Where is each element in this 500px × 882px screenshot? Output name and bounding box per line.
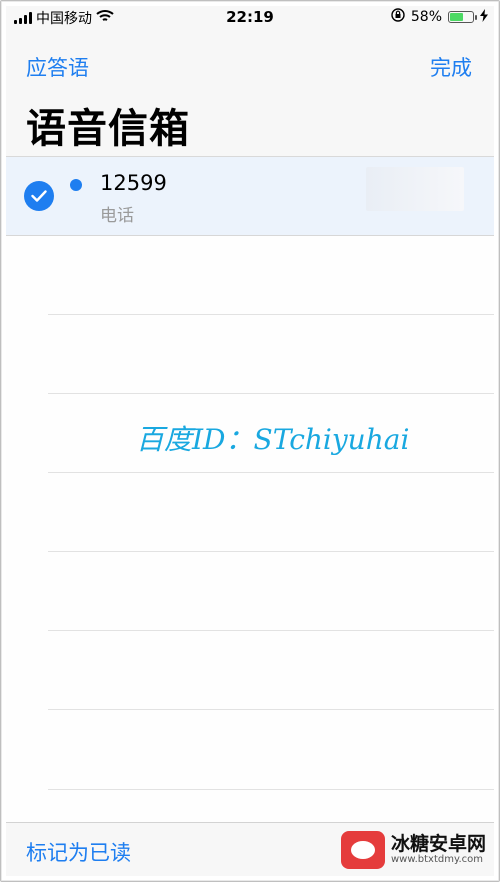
- voicemail-number: 12599: [100, 171, 167, 195]
- charging-bolt-icon: [480, 8, 488, 26]
- row-divider: [48, 472, 494, 473]
- battery-icon: [448, 11, 477, 23]
- greeting-button[interactable]: 应答语: [26, 52, 89, 82]
- bottom-toolbar: 标记为已读 冰糖安卓网 www.btxtdmy.com: [6, 822, 494, 876]
- site-badge: 冰糖安卓网 www.btxtdmy.com: [340, 831, 486, 869]
- row-divider: [48, 789, 494, 790]
- page-title: 语音信箱: [26, 106, 190, 152]
- battery-fill: [450, 13, 463, 21]
- navigation-bar: 应答语 完成 语音信箱: [6, 28, 494, 157]
- status-bar: 中国移动 22:19 58%: [6, 6, 494, 28]
- voicemail-row[interactable]: 12599 电话: [6, 157, 494, 236]
- watermark-text: 百度ID：STchiyuhai: [136, 423, 410, 456]
- checkmark-icon[interactable]: [24, 181, 54, 211]
- row-divider: [48, 314, 494, 315]
- battery-percent: 58%: [410, 9, 442, 25]
- voicemail-subtitle: 电话: [100, 206, 134, 226]
- mark-as-read-button[interactable]: 标记为已读: [26, 837, 131, 867]
- site-badge-text: 冰糖安卓网 www.btxtdmy.com: [391, 834, 486, 866]
- row-divider: [48, 551, 494, 552]
- site-badge-title: 冰糖安卓网: [390, 833, 486, 855]
- unread-dot-icon: [70, 179, 82, 191]
- blurred-date-area: [366, 167, 464, 211]
- row-divider: [48, 630, 494, 631]
- status-right: 58%: [391, 8, 488, 26]
- voicemail-list: 12599 电话: [6, 157, 494, 822]
- done-button[interactable]: 完成: [430, 52, 472, 82]
- phone-screen: 中国移动 22:19 58% 应答语 完成 语音信箱 12599 电话 百度ID…: [6, 6, 494, 876]
- site-badge-url: www.btxtdmy.com: [390, 854, 484, 865]
- row-divider: [48, 709, 494, 710]
- candy-logo-icon: [340, 831, 385, 869]
- rotation-lock-icon: [391, 8, 405, 26]
- row-divider: [48, 393, 494, 394]
